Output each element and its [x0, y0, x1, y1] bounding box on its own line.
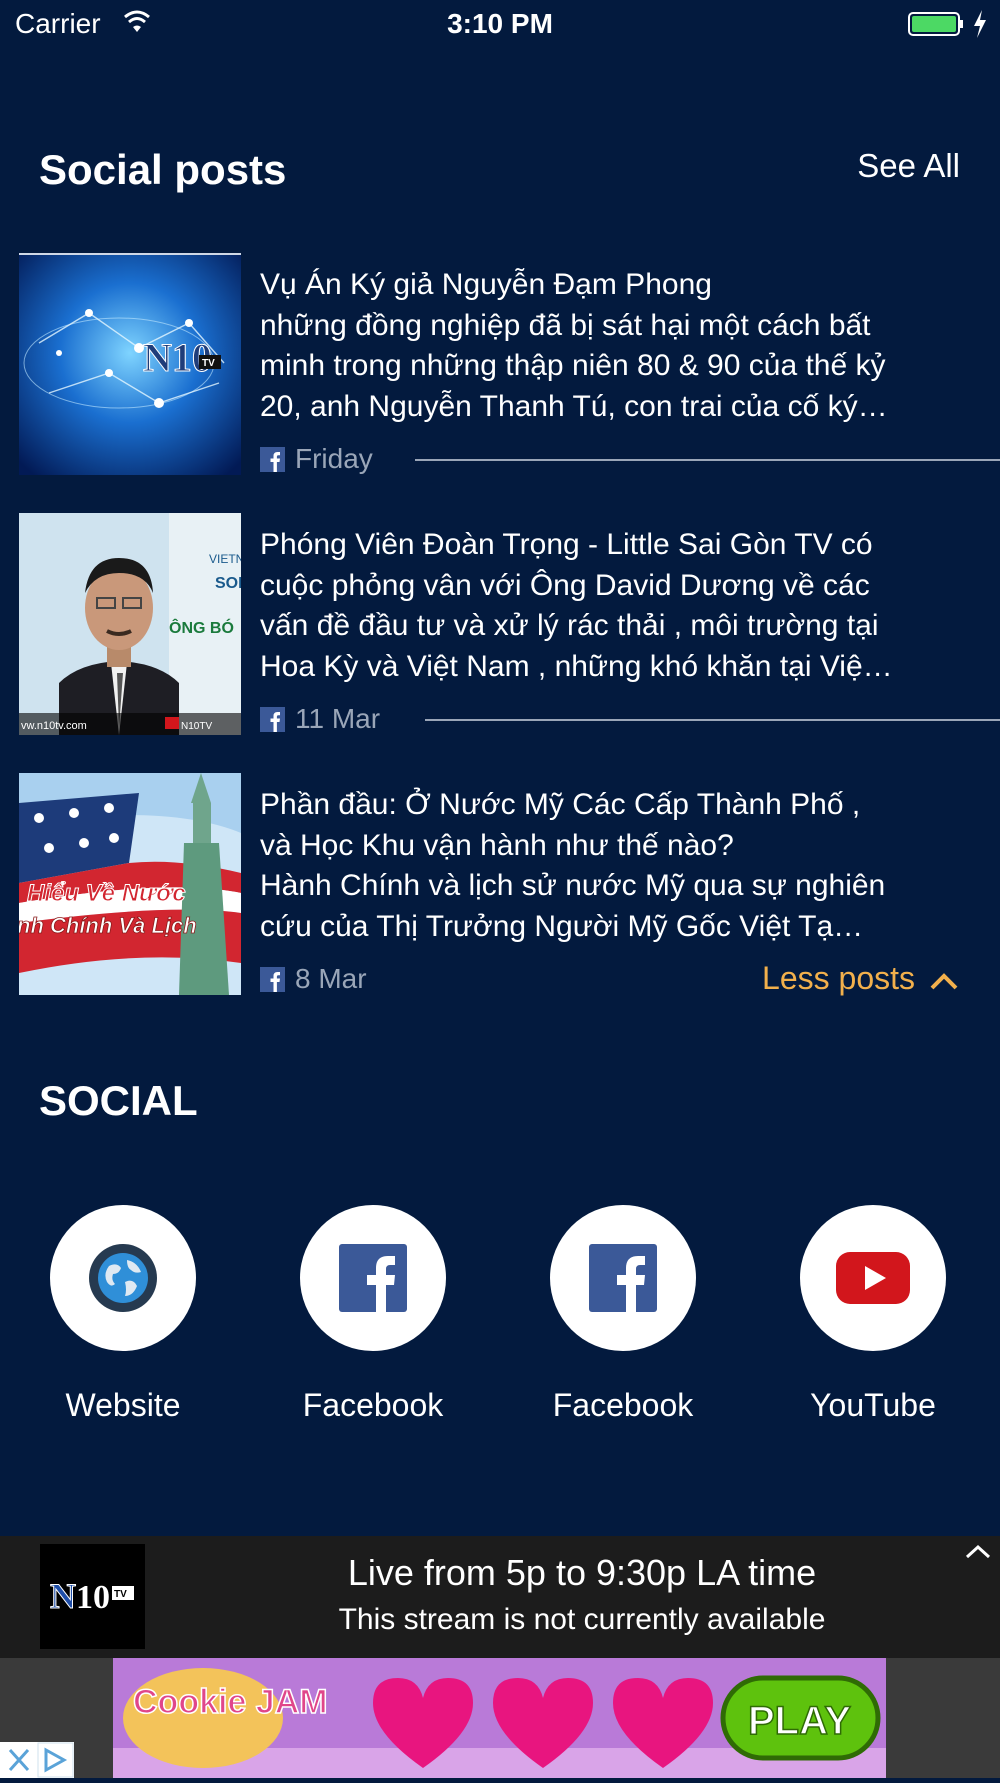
cookie-jam-ad-image: Cookie JAM PLAY	[113, 1658, 886, 1778]
battery-icon	[908, 12, 963, 36]
post-line: Phóng Viên Đoàn Trọng - Little Sai Gòn T…	[260, 528, 873, 561]
n10tv-logo: N 10 TV	[40, 1544, 145, 1649]
social-link-youtube[interactable]: YouTube	[773, 1205, 973, 1424]
post-text: Phần đầu: Ở Nước Mỹ Các Cấp Thành Phố , …	[260, 785, 995, 947]
svg-text:N: N	[50, 1576, 76, 1616]
social-label: Website	[65, 1387, 181, 1423]
ad-banner[interactable]: Cookie JAM PLAY	[113, 1658, 886, 1778]
post-thumbnail: N10 TV	[19, 253, 241, 475]
channel-logo: N 10 TV	[40, 1544, 145, 1649]
ad-play-text: PLAY	[748, 1699, 851, 1743]
post-item[interactable]: VIETNA SOLU ÔNG BÓ vw.n10tv.com N10TV Ph…	[19, 513, 1000, 735]
post-line: cuộc phỏng vân với Ông David Dương về cá…	[260, 568, 870, 602]
post-line: Hoa Kỳ và Việt Nam , những khó khăn tại …	[260, 649, 893, 683]
post-date: 8 Mar	[295, 963, 367, 994]
post-line: những đồng nghiệp đã bị sát hại một cách…	[260, 308, 871, 342]
post-line: Phần đầu: Ở Nước Mỹ Các Cấp Thành Phố ,	[260, 788, 861, 821]
social-label: Facebook	[552, 1387, 694, 1423]
facebook-icon	[260, 967, 285, 992]
thumb-caption: vw.n10tv.com	[21, 720, 87, 732]
post-line: Hành Chính và lịch sử nước Mỹ qua sự ngh…	[260, 869, 886, 902]
social-link-facebook[interactable]: Facebook	[273, 1205, 473, 1424]
post-date: Friday	[295, 443, 373, 474]
ad-close-icon[interactable]	[0, 1742, 74, 1778]
divider	[415, 459, 1000, 461]
svg-text:TV: TV	[202, 358, 215, 369]
post-text: Phóng Viên Đoàn Trọng - Little Sai Gòn T…	[260, 525, 995, 687]
social-circle	[300, 1205, 446, 1351]
less-posts-label: Less posts	[762, 960, 915, 996]
post-item[interactable]: N10 TV Vụ Án Ký giả Nguyễn Đạm Phong nhữ…	[19, 253, 1000, 475]
post-line: 20, anh Nguyễn Thanh Tú, con trai của cố…	[260, 389, 888, 423]
social-circle	[800, 1205, 946, 1351]
social-posts-title: Social posts	[39, 146, 287, 193]
svg-text:N10TV: N10TV	[181, 721, 212, 732]
svg-text:ÔNG BÓ: ÔNG BÓ	[169, 618, 234, 637]
post-line: và Học Khu vận hành như thế nào?	[260, 828, 734, 862]
facebook-icon	[589, 1244, 657, 1312]
svg-text:SOLU: SOLU	[215, 575, 241, 592]
player-title: Live from 5p to 9:30p LA time	[347, 1552, 817, 1593]
clock: 3:10 PM	[447, 8, 553, 39]
ad-choices[interactable]	[0, 1742, 74, 1778]
post-meta: 8 Mar	[260, 963, 460, 997]
thumb-caption: Hiểu Về Nước	[27, 880, 186, 907]
social-link-website[interactable]: Website	[23, 1205, 223, 1424]
post-line: Vụ Án Ký giả Nguyễn Đạm Phong	[260, 268, 712, 301]
post-line: cứu của Thị Trưởng Người Mỹ Gốc Việt Tạ…	[260, 909, 864, 943]
social-label: Facebook	[302, 1387, 444, 1423]
ad-brand-text: Cookie JAM	[133, 1683, 328, 1721]
svg-text:10: 10	[76, 1579, 110, 1616]
status-bar: Carrier 3:10 PM	[0, 0, 1000, 50]
charging-bolt-icon	[974, 10, 986, 38]
player-status: This stream is not currently available	[338, 1603, 826, 1636]
social-title: SOCIAL	[39, 1077, 198, 1124]
svg-text:TV: TV	[114, 1589, 127, 1600]
post-line: vấn đề đầu tư và xử lý rác thải , môi tr…	[260, 609, 879, 642]
chevron-up-icon	[930, 972, 958, 989]
post-meta: 11 Mar	[260, 703, 1000, 737]
facebook-icon	[339, 1244, 407, 1312]
live-player-bar[interactable]: N 10 TV Live from 5p to 9:30p LA time Th…	[0, 1536, 1000, 1658]
post-thumbnail: VIETNA SOLU ÔNG BÓ vw.n10tv.com N10TV	[19, 513, 241, 735]
less-posts-button[interactable]: Less posts	[762, 960, 959, 997]
network-globe-image: N10 TV	[19, 253, 241, 475]
post-text: Vụ Án Ký giả Nguyễn Đạm Phong những đồng…	[260, 265, 995, 427]
thumb-caption: nh Chính Và Lịch	[19, 913, 197, 938]
post-meta: Friday	[260, 443, 1000, 477]
youtube-icon	[836, 1252, 910, 1304]
divider	[425, 719, 1000, 721]
social-circle	[550, 1205, 696, 1351]
post-date: 11 Mar	[295, 703, 381, 734]
svg-text:VIETNA: VIETNA	[209, 552, 241, 566]
ad-bar: Cookie JAM PLAY	[0, 1658, 1000, 1778]
post-thumbnail: Hiểu Về Nước nh Chính Và Lịch	[19, 773, 241, 995]
chevron-up-icon[interactable]	[964, 1542, 992, 1562]
interview-portrait-image: VIETNA SOLU ÔNG BÓ vw.n10tv.com N10TV	[19, 513, 241, 735]
social-label: YouTube	[810, 1387, 936, 1423]
see-all-link[interactable]: See All	[857, 147, 960, 185]
social-link-facebook[interactable]: Facebook	[523, 1205, 723, 1424]
social-circle	[50, 1205, 196, 1351]
facebook-icon	[260, 447, 285, 472]
flag-liberty-image: Hiểu Về Nước nh Chính Và Lịch	[19, 773, 241, 995]
post-line: minh trong những thập niên 80 & 90 của t…	[260, 349, 886, 382]
facebook-icon	[260, 707, 285, 732]
globe-icon	[89, 1244, 157, 1312]
